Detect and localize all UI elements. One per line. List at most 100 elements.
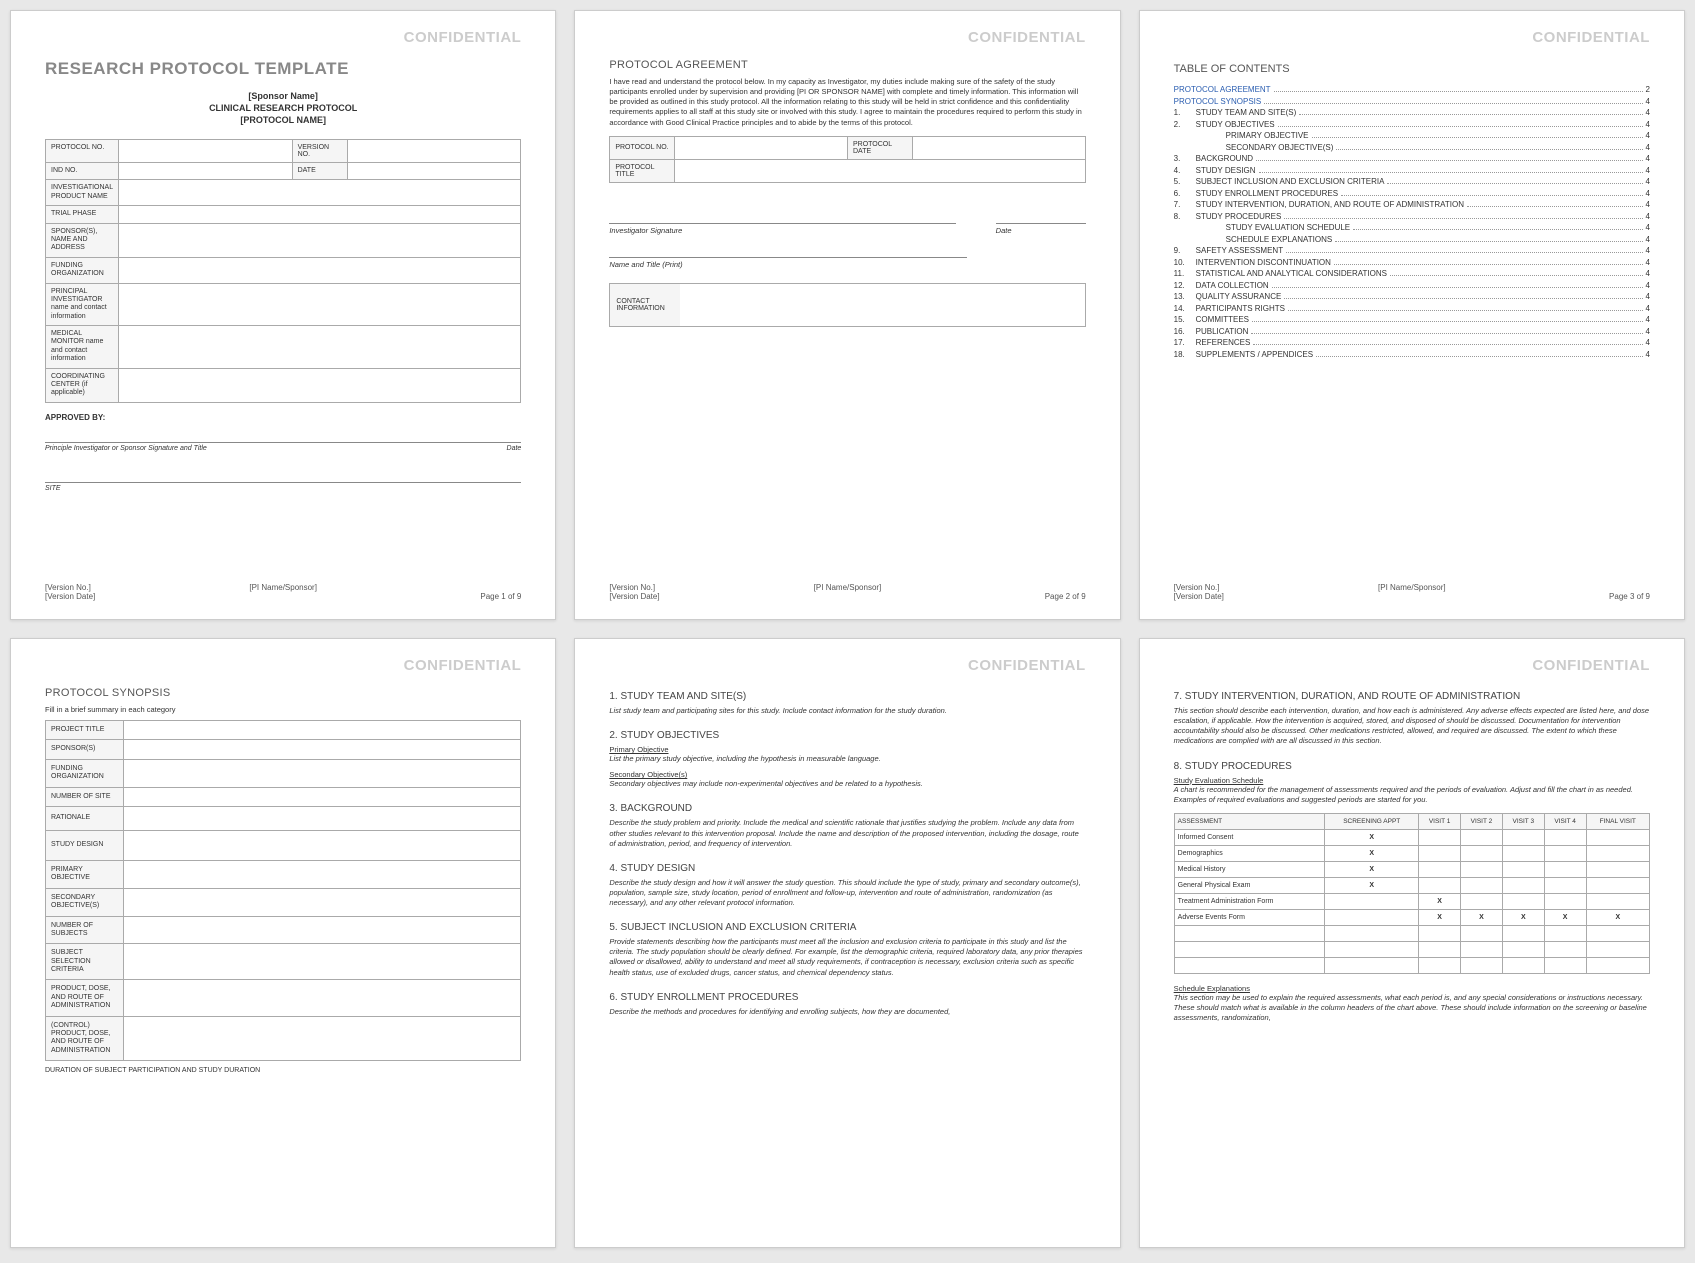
field[interactable] [912, 136, 1085, 159]
synopsis-field[interactable] [124, 980, 521, 1016]
assess-cell[interactable]: X [1325, 861, 1419, 877]
assess-cell[interactable] [1461, 893, 1503, 909]
assess-cell[interactable] [1586, 957, 1649, 973]
assess-cell[interactable] [1544, 877, 1586, 893]
synopsis-field[interactable] [124, 888, 521, 916]
toc-item[interactable]: 5.SUBJECT INCLUSION AND EXCLUSION CRITER… [1174, 177, 1650, 186]
assess-cell[interactable] [1325, 957, 1419, 973]
field[interactable] [118, 223, 520, 257]
toc-item[interactable]: 13.QUALITY ASSURANCE4 [1174, 292, 1650, 301]
field-protocol-no[interactable] [118, 140, 292, 163]
toc-item[interactable]: 6.STUDY ENROLLMENT PROCEDURES4 [1174, 189, 1650, 198]
assess-cell[interactable] [1586, 941, 1649, 957]
toc-item[interactable]: STUDY EVALUATION SCHEDULE4 [1174, 223, 1650, 232]
assess-cell[interactable] [1419, 941, 1461, 957]
assess-cell[interactable] [1461, 877, 1503, 893]
assess-cell[interactable] [1544, 893, 1586, 909]
synopsis-field[interactable] [124, 721, 521, 740]
assess-cell[interactable]: X [1461, 909, 1503, 925]
synopsis-field[interactable] [124, 787, 521, 806]
assess-cell[interactable] [1586, 845, 1649, 861]
assess-cell[interactable] [1544, 957, 1586, 973]
assess-cell[interactable] [1419, 829, 1461, 845]
assess-cell[interactable] [1461, 957, 1503, 973]
field-version-no[interactable] [347, 140, 521, 163]
toc-item[interactable]: SECONDARY OBJECTIVE(S)4 [1174, 143, 1650, 152]
field[interactable] [118, 206, 520, 223]
assess-cell[interactable]: X [1325, 829, 1419, 845]
assess-cell[interactable] [1325, 909, 1419, 925]
assess-cell[interactable] [1502, 845, 1544, 861]
assess-cell[interactable] [1461, 925, 1503, 941]
assess-cell[interactable] [1502, 957, 1544, 973]
assess-cell[interactable] [1586, 861, 1649, 877]
toc-item[interactable]: 18.SUPPLEMENTS / APPENDICES4 [1174, 350, 1650, 359]
assess-cell[interactable] [1586, 829, 1649, 845]
assess-cell[interactable]: X [1325, 877, 1419, 893]
assess-cell[interactable] [1502, 941, 1544, 957]
field-contact-info[interactable] [680, 283, 1085, 326]
toc-item[interactable]: SCHEDULE EXPLANATIONS4 [1174, 235, 1650, 244]
toc-item[interactable]: 3.BACKGROUND4 [1174, 154, 1650, 163]
toc-link[interactable]: PROTOCOL SYNOPSIS4 [1174, 97, 1650, 106]
assess-cell[interactable]: X [1586, 909, 1649, 925]
assess-cell[interactable] [1419, 925, 1461, 941]
toc-item[interactable]: 2.STUDY OBJECTIVES4 [1174, 120, 1650, 129]
assess-cell[interactable] [1586, 893, 1649, 909]
field[interactable] [118, 326, 520, 369]
assess-cell[interactable]: X [1502, 909, 1544, 925]
toc-item[interactable]: PRIMARY OBJECTIVE4 [1174, 131, 1650, 140]
synopsis-field[interactable] [124, 916, 521, 944]
assess-cell[interactable]: X [1419, 893, 1461, 909]
assess-cell[interactable] [1502, 877, 1544, 893]
assess-cell[interactable] [1325, 893, 1419, 909]
synopsis-field[interactable] [124, 860, 521, 888]
assess-cell[interactable] [1461, 861, 1503, 877]
toc-item[interactable]: 1.STUDY TEAM AND SITE(S)4 [1174, 108, 1650, 117]
toc-item[interactable]: 10.INTERVENTION DISCONTINUATION4 [1174, 258, 1650, 267]
toc-link[interactable]: PROTOCOL AGREEMENT2 [1174, 85, 1650, 94]
field[interactable] [118, 368, 520, 402]
assess-cell[interactable] [1544, 829, 1586, 845]
synopsis-field[interactable] [124, 806, 521, 830]
field-ind-no[interactable] [118, 163, 292, 180]
toc-item[interactable]: 15.COMMITTEES4 [1174, 315, 1650, 324]
toc-item[interactable]: 16.PUBLICATION4 [1174, 327, 1650, 336]
toc-item[interactable]: 11.STATISTICAL AND ANALYTICAL CONSIDERAT… [1174, 269, 1650, 278]
assess-cell[interactable] [1544, 861, 1586, 877]
toc-item[interactable]: 17.REFERENCES4 [1174, 338, 1650, 347]
field[interactable] [118, 283, 520, 326]
assess-cell[interactable] [1544, 941, 1586, 957]
toc-item[interactable]: 4.STUDY DESIGN4 [1174, 166, 1650, 175]
assess-cell[interactable] [1325, 941, 1419, 957]
assess-cell[interactable] [1586, 925, 1649, 941]
assess-cell[interactable] [1586, 877, 1649, 893]
synopsis-field[interactable] [124, 740, 521, 759]
assess-cell[interactable] [1325, 925, 1419, 941]
toc-item[interactable]: 7.STUDY INTERVENTION, DURATION, AND ROUT… [1174, 200, 1650, 209]
assess-cell[interactable] [1502, 861, 1544, 877]
assess-cell[interactable] [1502, 829, 1544, 845]
assess-cell[interactable] [1502, 893, 1544, 909]
assess-cell[interactable] [1461, 845, 1503, 861]
assess-cell[interactable] [1419, 845, 1461, 861]
assess-cell[interactable] [1419, 877, 1461, 893]
assess-cell[interactable] [1544, 925, 1586, 941]
assess-cell[interactable]: X [1419, 909, 1461, 925]
synopsis-field[interactable] [124, 944, 521, 980]
assess-cell[interactable] [1461, 941, 1503, 957]
synopsis-field[interactable] [124, 1016, 521, 1061]
assess-cell[interactable] [1544, 845, 1586, 861]
synopsis-field[interactable] [124, 830, 521, 860]
synopsis-field[interactable] [124, 759, 521, 787]
toc-item[interactable]: 14.PARTICIPANTS RIGHTS4 [1174, 304, 1650, 313]
assess-cell[interactable] [1461, 829, 1503, 845]
assess-cell[interactable] [1419, 957, 1461, 973]
toc-item[interactable]: 8.STUDY PROCEDURES4 [1174, 212, 1650, 221]
toc-item[interactable]: 12.DATA COLLECTION4 [1174, 281, 1650, 290]
assess-cell[interactable] [1419, 861, 1461, 877]
assess-cell[interactable]: X [1544, 909, 1586, 925]
field-date[interactable] [347, 163, 521, 180]
field[interactable] [675, 136, 848, 159]
toc-item[interactable]: 9.SAFETY ASSESSMENT4 [1174, 246, 1650, 255]
